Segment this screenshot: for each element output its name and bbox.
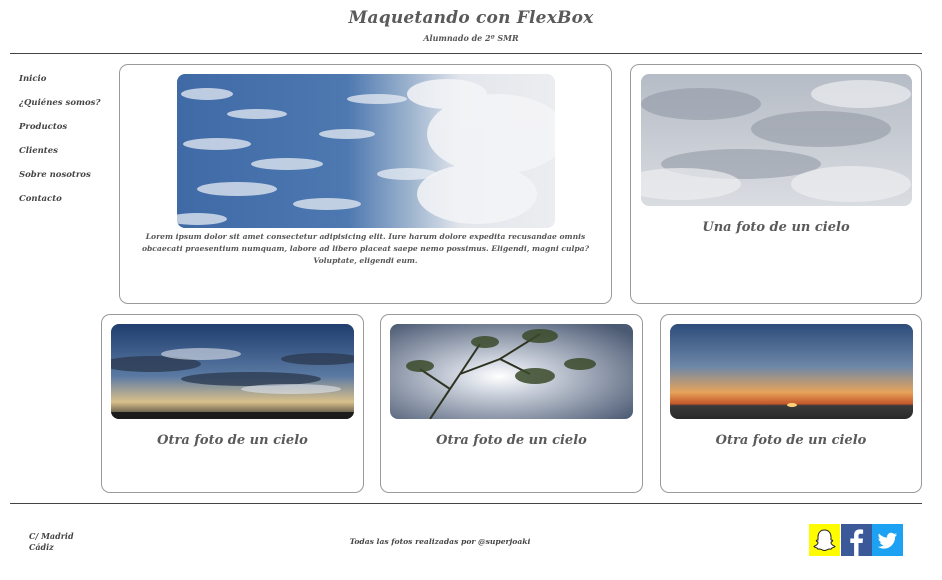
twitter-icon[interactable]	[872, 524, 903, 556]
nav-item-quienes-somos[interactable]: ¿Quiénes somos?	[19, 96, 109, 120]
header-divider	[10, 53, 922, 54]
sky-photo-sunset	[670, 324, 913, 419]
main-nav: Inicio ¿Quiénes somos? Productos Cliente…	[19, 72, 109, 216]
address-street: C/ Madrid	[29, 531, 74, 541]
sky-photo-grey-clouds	[641, 74, 912, 206]
nav-item-clientes[interactable]: Clientes	[19, 144, 109, 168]
nav-item-productos[interactable]: Productos	[19, 120, 109, 144]
footer-divider	[10, 503, 922, 504]
footer-address: C/ Madrid Cádiz	[29, 531, 74, 553]
nav-item-sobre-nosotros[interactable]: Sobre nosotros	[19, 168, 109, 192]
card-caption: Otra foto de un cielo	[715, 433, 867, 448]
address-city: Cádiz	[29, 542, 54, 552]
page-title: Maquetando con FlexBox	[348, 8, 594, 28]
sky-photo-dusk	[111, 324, 354, 419]
card-otra-foto-3: Otra foto de un cielo	[660, 314, 922, 493]
card-caption: Una foto de un cielo	[702, 220, 850, 235]
card-lorem-text: Lorem ipsum dolor sit amet consectetur a…	[141, 232, 590, 265]
snapchat-icon[interactable]	[809, 524, 840, 556]
page-header: Maquetando con FlexBox Alumnado de 2º SM…	[0, 0, 942, 54]
card-otra-foto-2: Otra foto de un cielo	[380, 314, 643, 493]
card-una-foto: Una foto de un cielo	[630, 64, 922, 304]
card-otra-foto-1: Otra foto de un cielo	[101, 314, 364, 493]
facebook-icon[interactable]	[841, 524, 872, 556]
page-subtitle: Alumnado de 2º SMR	[423, 33, 519, 43]
nav-item-contacto[interactable]: Contacto	[19, 192, 109, 216]
card-caption: Otra foto de un cielo	[157, 433, 308, 448]
sky-photo-blue-clouds	[177, 74, 555, 228]
sky-photo-tree-sun	[390, 324, 633, 419]
card-caption: Otra foto de un cielo	[436, 433, 587, 448]
footer-credit: Todas las fotos realizadas por @superjoa…	[349, 537, 531, 546]
card-featured: Lorem ipsum dolor sit amet consectetur a…	[119, 64, 612, 304]
nav-item-inicio[interactable]: Inicio	[19, 72, 109, 96]
